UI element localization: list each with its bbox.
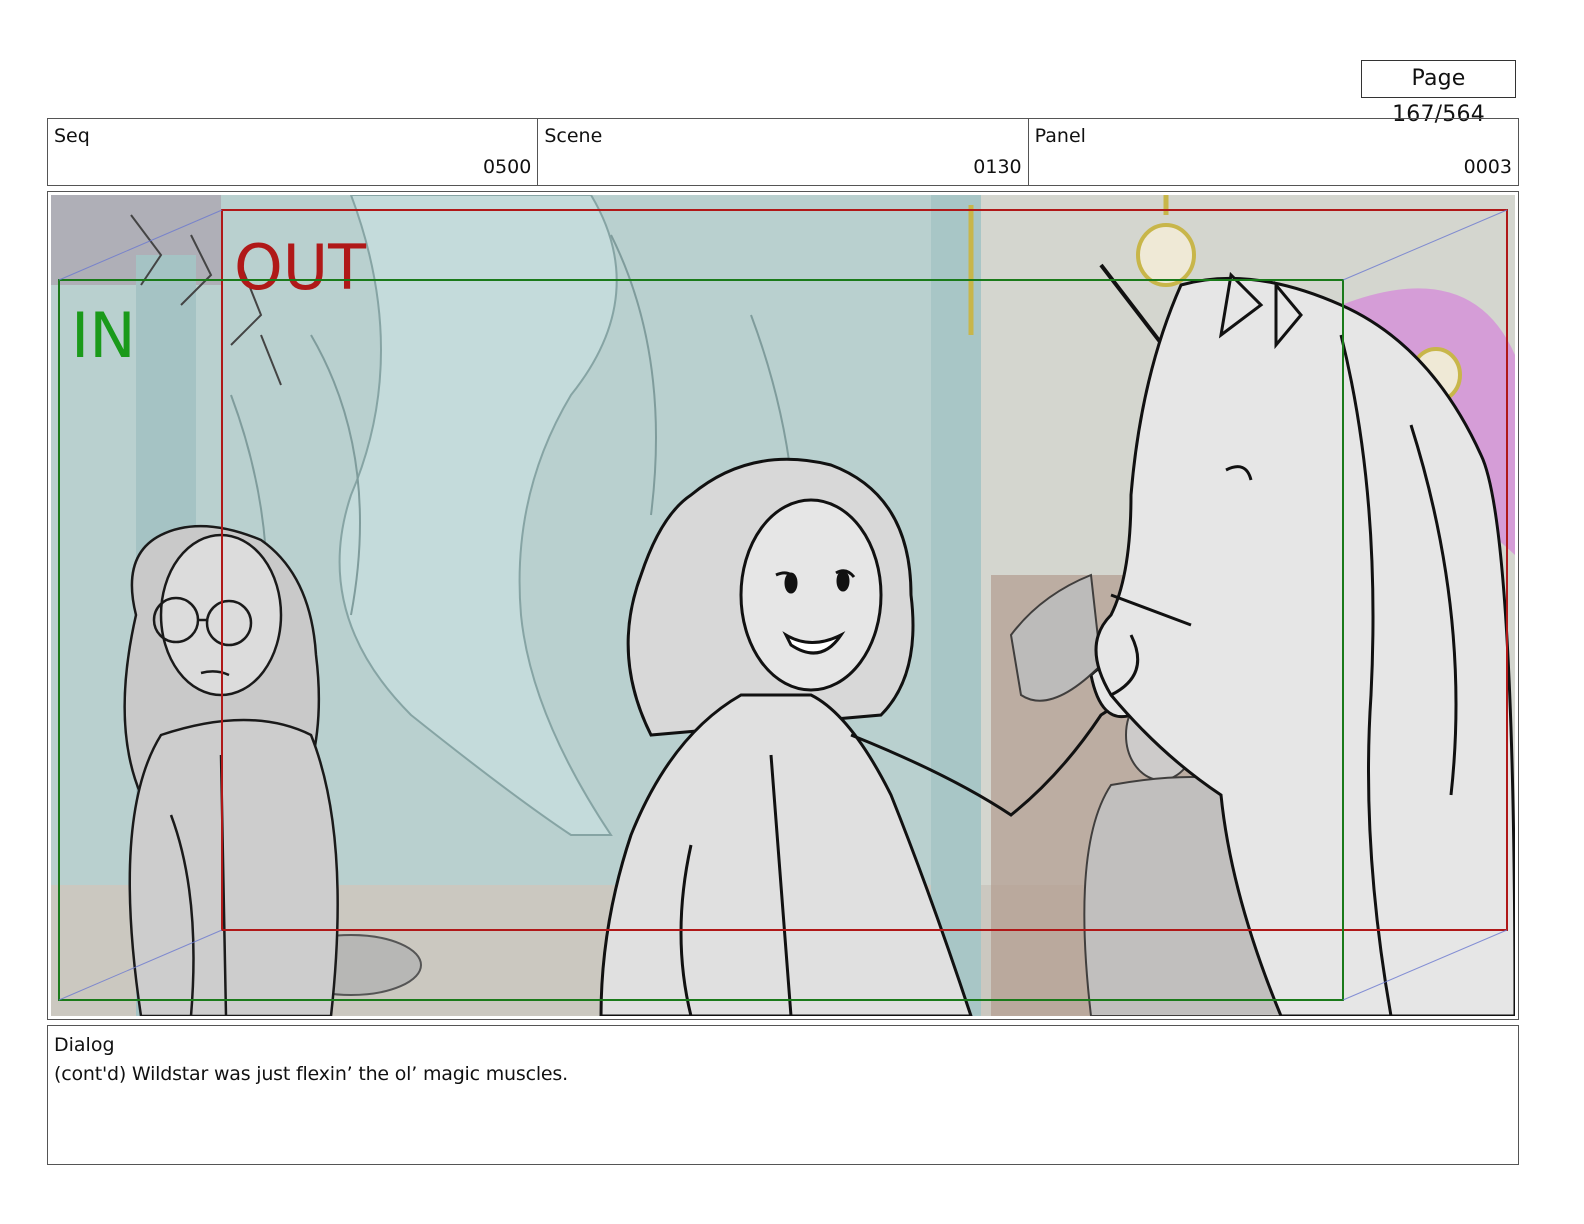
seq-cell: Seq 0500	[48, 119, 539, 185]
dialog-label: Dialog	[54, 1034, 115, 1056]
in-frame-label: IN	[71, 299, 136, 372]
sketch-girl-with-glasses	[123, 524, 339, 1016]
page-number: Page 167/564	[1361, 60, 1516, 127]
dialog-box: Dialog (cont'd) Wildstar was just flexin…	[47, 1025, 1519, 1165]
out-frame-label: OUT	[234, 231, 367, 304]
scene-value: 0130	[973, 156, 1022, 178]
seq-label: Seq	[54, 125, 90, 147]
seq-value: 0500	[482, 156, 532, 178]
panel-value: 0003	[1463, 156, 1512, 178]
storyboard-drawing: OUT IN	[51, 195, 1515, 1016]
scene-label: Scene	[544, 125, 603, 147]
background-lamp-left	[1136, 223, 1196, 287]
panel-cell: Panel 0003	[1029, 119, 1518, 185]
dialog-text: (cont'd) Wildstar was just flexin’ the o…	[54, 1063, 568, 1085]
scene-cell: Scene 0130	[538, 119, 1029, 185]
panel-header: Seq 0500 Scene 0130 Panel 0003	[47, 118, 1519, 186]
panel-label: Panel	[1034, 125, 1086, 147]
